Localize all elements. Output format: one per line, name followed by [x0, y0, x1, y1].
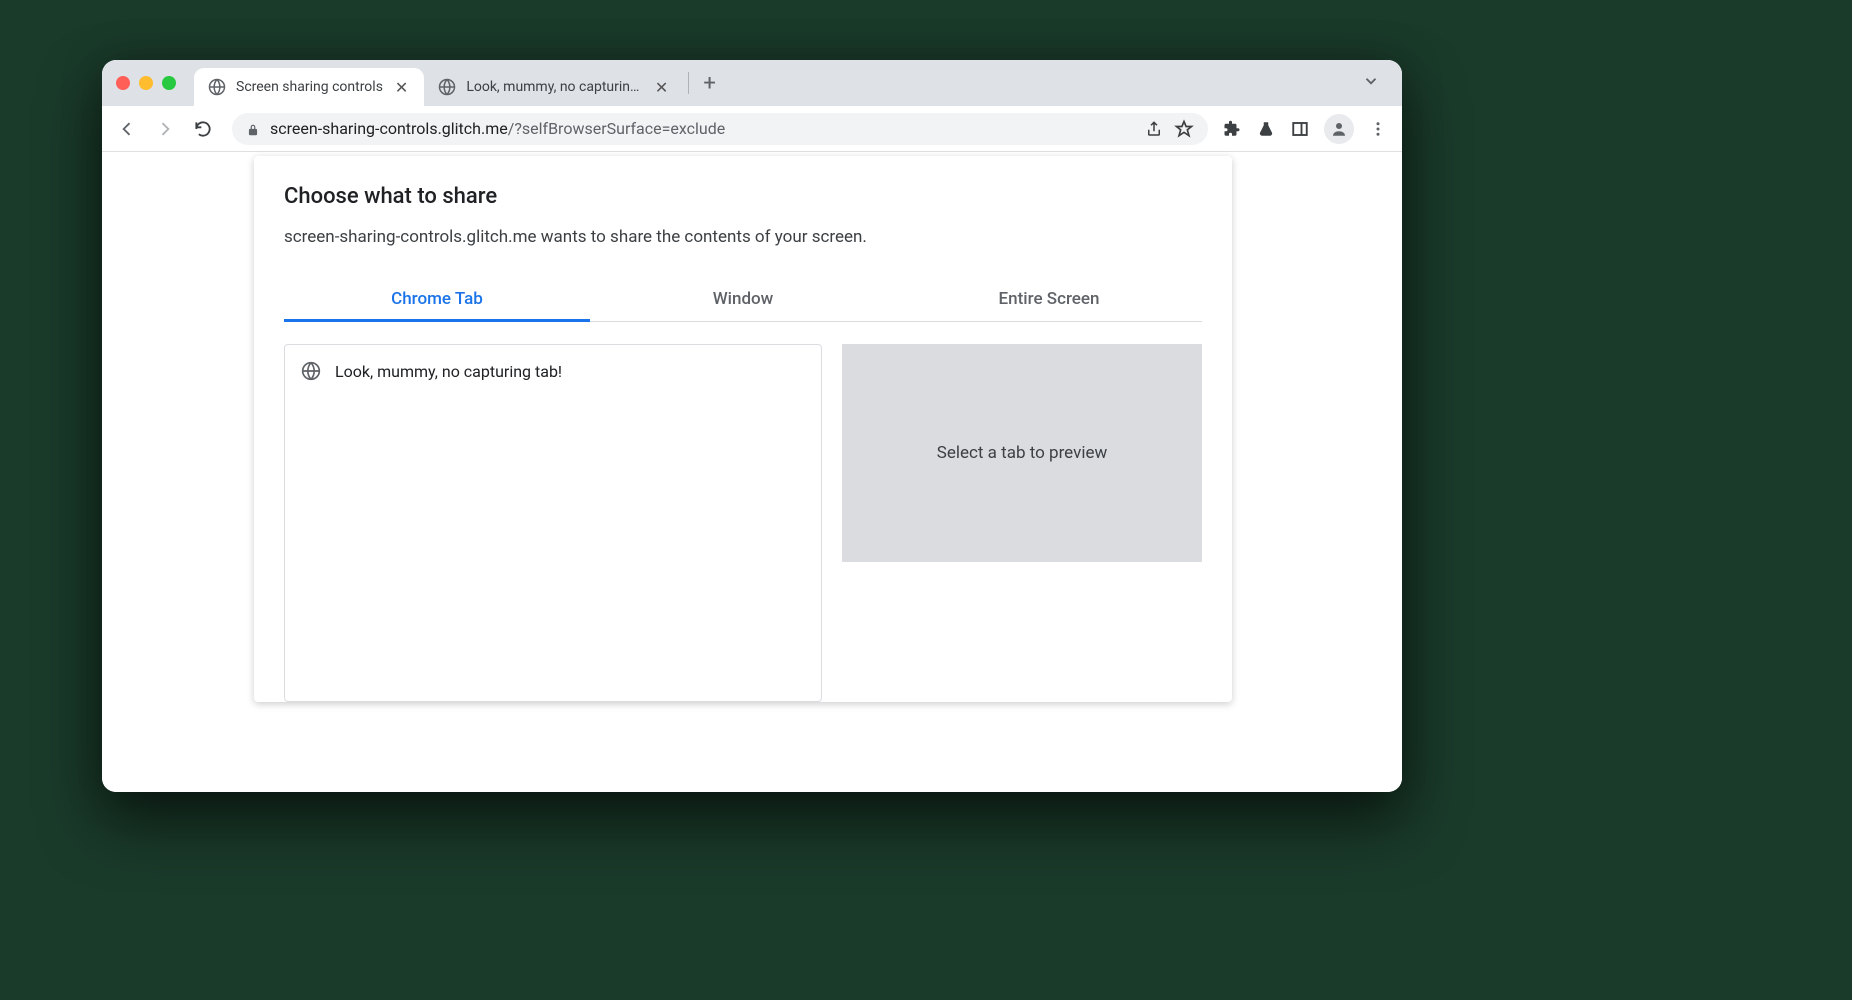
- reload-button[interactable]: [188, 114, 218, 144]
- share-icon[interactable]: [1144, 119, 1164, 139]
- share-dialog-body: Look, mummy, no capturing tab! Select a …: [284, 322, 1202, 702]
- url-path: /?selfBrowserSurface=exclude: [508, 119, 726, 138]
- profile-avatar-icon[interactable]: [1324, 114, 1354, 144]
- tab-separator: [688, 72, 689, 94]
- shareable-tab-item[interactable]: Look, mummy, no capturing tab!: [297, 355, 809, 387]
- dialog-subtitle: screen-sharing-controls.glitch.me wants …: [284, 227, 1202, 247]
- tab-entire-screen[interactable]: Entire Screen: [896, 277, 1202, 321]
- globe-icon: [208, 78, 226, 96]
- new-tab-button[interactable]: +: [693, 67, 725, 100]
- close-tab-icon[interactable]: ✕: [393, 76, 410, 99]
- close-tab-icon[interactable]: ✕: [653, 76, 670, 99]
- shareable-tab-title: Look, mummy, no capturing tab!: [335, 362, 562, 381]
- bookmark-star-icon[interactable]: [1174, 119, 1194, 139]
- tab-chrome-tab[interactable]: Chrome Tab: [284, 277, 590, 321]
- shareable-tab-list[interactable]: Look, mummy, no capturing tab!: [284, 344, 822, 702]
- url-text: screen-sharing-controls.glitch.me/?selfB…: [270, 119, 1134, 138]
- forward-button[interactable]: [150, 114, 180, 144]
- browser-tab[interactable]: Look, mummy, no capturing tab ✕: [424, 68, 684, 106]
- dialog-title: Choose what to share: [284, 184, 1202, 209]
- window-close-button[interactable]: [116, 76, 130, 90]
- globe-icon: [301, 361, 321, 381]
- labs-flask-icon[interactable]: [1256, 119, 1276, 139]
- traffic-lights: [116, 76, 176, 90]
- browser-tabs: Screen sharing controls ✕ Look, mummy, n…: [194, 60, 1388, 106]
- browser-tab-title: Screen sharing controls: [236, 79, 383, 95]
- side-panel-icon[interactable]: [1290, 119, 1310, 139]
- preview-placeholder: Select a tab to preview: [842, 344, 1202, 562]
- toolbar-right-icons: [1222, 114, 1392, 144]
- tab-window[interactable]: Window: [590, 277, 896, 321]
- title-bar: Screen sharing controls ✕ Look, mummy, n…: [102, 60, 1402, 106]
- page-content: Choose what to share screen-sharing-cont…: [102, 152, 1402, 792]
- browser-tab-title: Look, mummy, no capturing tab: [466, 79, 643, 95]
- screen-share-dialog: Choose what to share screen-sharing-cont…: [254, 156, 1232, 702]
- browser-toolbar: screen-sharing-controls.glitch.me/?selfB…: [102, 106, 1402, 152]
- tabs-overflow-chevron-icon[interactable]: [1354, 64, 1388, 102]
- address-bar[interactable]: screen-sharing-controls.glitch.me/?selfB…: [232, 113, 1208, 145]
- lock-icon: [246, 122, 260, 136]
- window-minimize-button[interactable]: [139, 76, 153, 90]
- browser-window: Screen sharing controls ✕ Look, mummy, n…: [102, 60, 1402, 792]
- url-host: screen-sharing-controls.glitch.me: [270, 119, 508, 138]
- kebab-menu-icon[interactable]: [1368, 119, 1388, 139]
- extensions-icon[interactable]: [1222, 119, 1242, 139]
- window-maximize-button[interactable]: [162, 76, 176, 90]
- browser-tab-active[interactable]: Screen sharing controls ✕: [194, 68, 424, 106]
- globe-icon: [438, 78, 456, 96]
- preview-panel: Select a tab to preview: [842, 344, 1202, 702]
- back-button[interactable]: [112, 114, 142, 144]
- share-source-tabs: Chrome Tab Window Entire Screen: [284, 277, 1202, 322]
- preview-placeholder-text: Select a tab to preview: [937, 443, 1108, 463]
